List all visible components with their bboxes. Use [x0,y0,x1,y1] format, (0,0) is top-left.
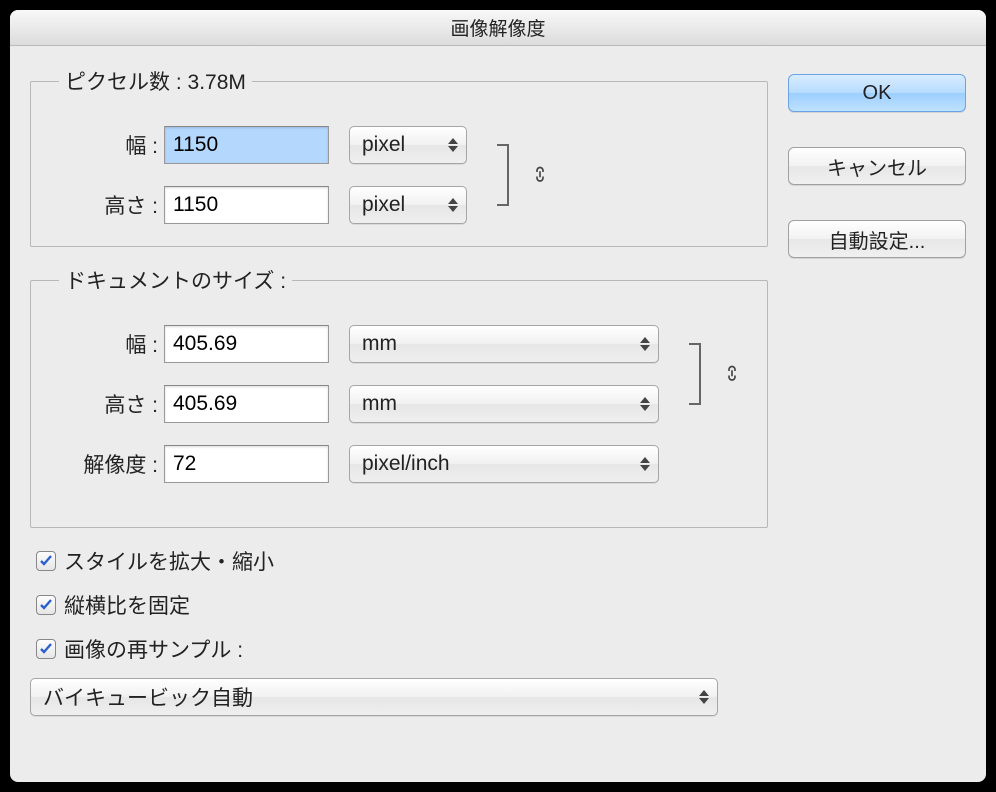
doc-width-input[interactable] [164,325,329,363]
pixel-height-unit-select[interactable]: pixel [349,186,467,224]
resolution-unit-value: pixel/inch [362,452,450,476]
resample-method-value: バイキュービック自動 [43,682,253,712]
resolution-input[interactable] [164,445,329,483]
document-size-legend: ドキュメントのサイズ : [59,265,292,295]
stepper-icon [448,138,458,152]
pixel-width-label: 幅 : [49,130,164,160]
pixel-size-value: 3.78M [188,71,246,94]
link-bracket-icon [699,343,701,405]
auto-button-label: 自動設定... [829,225,926,254]
pixel-width-unit-select[interactable]: pixel [349,126,467,164]
pixel-dimensions-group: ピクセル数 : 3.78M 幅 : pixel 高さ [30,66,768,247]
cancel-button-label: キャンセル [827,152,927,181]
auto-button[interactable]: 自動設定... [788,220,966,258]
scale-styles-label: スタイルを拡大・縮小 [64,546,274,576]
cancel-button[interactable]: キャンセル [788,147,966,185]
resolution-unit-select[interactable]: pixel/inch [349,445,659,483]
pixel-width-unit-value: pixel [362,133,405,157]
doc-width-label: 幅 : [49,329,164,359]
chain-link-icon [531,166,549,184]
stepper-icon [640,457,650,471]
dialog-window: 画像解像度 ピクセル数 : 3.78M 幅 : pixel [10,10,986,782]
scale-styles-checkbox-row[interactable]: スタイルを拡大・縮小 [30,546,768,576]
stepper-icon [448,198,458,212]
dialog-content: ピクセル数 : 3.78M 幅 : pixel 高さ [10,46,986,736]
doc-height-input[interactable] [164,385,329,423]
checkbox-icon [36,639,56,659]
pixel-height-label: 高さ : [49,190,164,220]
side-column: OK キャンセル 自動設定... [788,66,966,716]
doc-height-unit-value: mm [362,392,397,416]
chain-link-icon [723,365,741,383]
doc-link-column [669,325,749,505]
stepper-icon [640,337,650,351]
doc-width-unit-value: mm [362,332,397,356]
doc-height-label: 高さ : [49,389,164,419]
window-title: 画像解像度 [450,14,545,41]
pixel-dimensions-legend: ピクセル数 : 3.78M [59,66,252,96]
checkbox-icon [36,551,56,571]
resample-checkbox-row[interactable]: 画像の再サンプル : [30,634,768,664]
ok-button-label: OK [863,82,892,105]
main-column: ピクセル数 : 3.78M 幅 : pixel 高さ [30,66,768,716]
titlebar: 画像解像度 [10,10,986,46]
pixel-link-column [477,126,557,224]
resample-method-select[interactable]: バイキュービック自動 [30,678,718,716]
link-bracket-icon [507,144,509,206]
pixel-height-unit-value: pixel [362,193,405,217]
document-size-group: ドキュメントのサイズ : 幅 : mm 高さ : [30,265,768,528]
constrain-proportions-checkbox-row[interactable]: 縦横比を固定 [30,590,768,620]
pixel-width-input[interactable] [164,126,329,164]
resolution-label: 解像度 : [49,449,164,479]
pixel-legend-prefix: ピクセル数 : [65,71,188,94]
constrain-proportions-label: 縦横比を固定 [64,590,190,620]
checkbox-icon [36,595,56,615]
resample-label: 画像の再サンプル : [64,634,243,664]
pixel-height-input[interactable] [164,186,329,224]
stepper-icon [699,690,709,704]
doc-height-unit-select[interactable]: mm [349,385,659,423]
doc-width-unit-select[interactable]: mm [349,325,659,363]
stepper-icon [640,397,650,411]
ok-button[interactable]: OK [788,74,966,112]
